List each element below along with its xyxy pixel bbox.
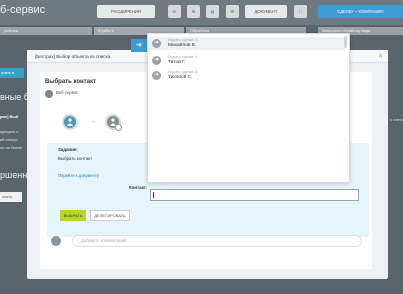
select-button[interactable]: ВЫБРАТЬ: [60, 210, 86, 221]
card-title: Выбрать контакт: [45, 79, 96, 85]
stage-item[interactable]: работка: [0, 27, 92, 35]
commenter-avatar: [51, 236, 61, 246]
arrow-right-icon: ➜: [152, 39, 161, 48]
service-name: Веб-сервис: [56, 90, 79, 95]
task-value: Выбрать контакт: [58, 156, 93, 161]
bg-bold-line: ран] Выб: [0, 114, 19, 119]
dropdown-item[interactable]: ➜ Лидов к сделке: 6 Михайлов В.: [148, 37, 345, 50]
dropdown-item-name: Титов Г.: [168, 60, 186, 65]
document-button[interactable]: ДОКУМЕНТ: [245, 5, 287, 18]
delegate-button[interactable]: ДЕЛЕГИРОВАТЬ: [90, 210, 130, 221]
arrow-right-icon: ➜: [152, 71, 161, 80]
go-to-document-link[interactable]: Перейти к документу: [58, 173, 99, 178]
comment-input[interactable]: Добавить комментарий: [72, 235, 362, 247]
clipboard-icon[interactable]: ▤: [206, 5, 219, 18]
bg-line: ло по бизне: [0, 145, 23, 150]
fullscreen-icon[interactable]: ⛶: [294, 5, 307, 18]
gear-icon[interactable]: ⚙: [226, 5, 239, 18]
app-header: б-сервис РАСШИРЕНИЯ ☏ ✉ ▤ ⚙ ДОКУМЕНТ ⛶ С…: [0, 0, 403, 25]
bg-line: крещего с: [0, 129, 19, 134]
extensions-button[interactable]: РАСШИРЕНИЯ: [97, 5, 155, 18]
status-badge: [115, 124, 122, 131]
text-caret: [153, 192, 154, 198]
bg-right-text: з счета: [389, 117, 403, 122]
bg-heading: вные б: [0, 92, 29, 102]
arrow-right-icon[interactable]: ➜: [131, 39, 147, 52]
mail-icon[interactable]: ✉: [187, 5, 200, 18]
bg-line: ий статус: [0, 137, 18, 142]
phone-icon[interactable]: ☏: [168, 5, 181, 18]
user-avatar: [62, 114, 78, 130]
bg-heading: ршенн: [0, 170, 28, 180]
user-avatar: [105, 114, 122, 131]
dropdown-item-name: Михайлов В.: [168, 43, 197, 48]
dropdown-item-name: Тихонов С.: [168, 75, 193, 80]
arrow-right-icon: ➜: [152, 56, 161, 65]
dropdown-item[interactable]: ➜ Лидов к сделке: 5 Тихонов С.: [148, 69, 345, 82]
contact-dropdown: ➜ Лидов к сделке: 6 Михайлов В. ➜ Лидов …: [147, 33, 350, 183]
task-label: Задание:: [58, 147, 78, 152]
dropdown-item-sub: Лидов к сделке: 6: [168, 38, 198, 42]
app-title: б-сервис: [0, 4, 46, 16]
dropdown-item[interactable]: ➜ Лидов к сделке: 5 Титов Г.: [148, 54, 345, 67]
close-icon[interactable]: ×: [376, 52, 385, 61]
scrollbar[interactable]: [344, 36, 347, 48]
contact-label: Контакт:: [129, 185, 148, 190]
person-icon: [67, 118, 73, 126]
bg-show-button[interactable]: азать: [0, 192, 22, 202]
service-avatar: [45, 90, 53, 98]
dropdown-item-sub: Лидов к сделке: 5: [168, 55, 198, 59]
bg-side-button[interactable]: стить в: [0, 68, 24, 78]
contact-input[interactable]: [150, 189, 359, 201]
create-deal-button[interactable]: СДЕЛКУ + КОМПАНИЮ: [318, 5, 403, 18]
arrow-right-icon: →: [89, 118, 96, 125]
dropdown-item-sub: Лидов к сделке: 5: [168, 70, 198, 74]
